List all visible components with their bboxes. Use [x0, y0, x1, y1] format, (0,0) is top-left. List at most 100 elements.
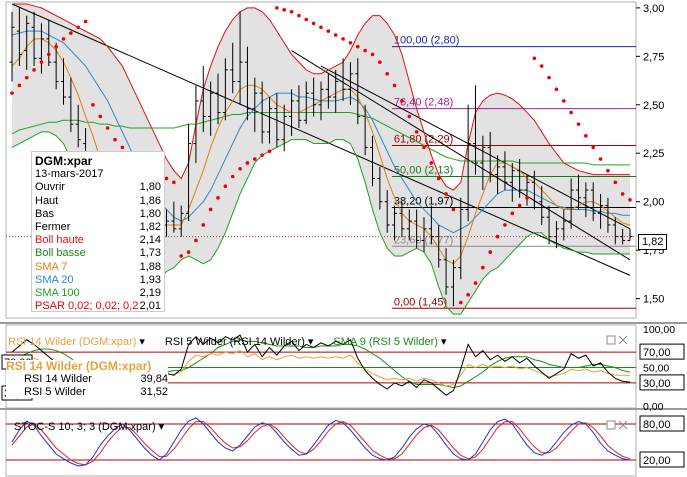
rsi-info-row-label: RSI 5 Wilder — [24, 386, 86, 398]
fib-level-label: 100,00 (2,80) — [394, 35, 459, 47]
rsi-legend-label: SMA 9 (RSI 5 Wilder) — [333, 336, 438, 348]
psar-dot — [400, 99, 404, 103]
fib-level-label: 61,80 (2,29) — [394, 133, 453, 145]
psar-dot — [554, 87, 559, 92]
psar-dot — [370, 52, 375, 57]
rsi-info-row-value: 31,52 — [140, 386, 168, 398]
psar-dot — [576, 122, 581, 126]
psar-dot — [591, 145, 596, 150]
psar-dot — [216, 196, 220, 200]
stoc-tag-label: 20,00 — [643, 455, 671, 467]
psar-dot — [24, 75, 29, 80]
price-info-box: DGM:xpar 13-mars-2017 Ouvrir 1,80 Haut 1,86… — [31, 151, 165, 312]
psar-dot — [613, 180, 618, 185]
psar-dot — [208, 207, 213, 212]
psar-dot — [32, 68, 36, 72]
psar-dot — [561, 99, 566, 103]
psar-dot — [54, 44, 58, 49]
psar-dot — [61, 37, 66, 41]
info-rows: Ouvrir 1,80 Haut 1,86 Bas 1,80 Fermer 1,82 Boll … — [35, 181, 161, 313]
info-row: Fermer 1,82 — [35, 221, 161, 234]
info-row: Boll haute 2,14 — [35, 234, 161, 247]
psar-dot — [267, 149, 272, 154]
rsi-legend-dropdown-icon[interactable]: ▾ — [139, 336, 145, 348]
psar-dot — [76, 25, 81, 30]
info-row-label: Haut — [35, 194, 59, 207]
rsi-legend-dropdown-icon[interactable]: ▾ — [441, 336, 447, 348]
psar-dot — [179, 254, 184, 258]
psar-dot — [422, 145, 426, 150]
info-row-label: Ouvrir — [35, 181, 65, 194]
psar-dot — [260, 153, 264, 157]
rsi-30-tag-label: 30,00 — [643, 378, 671, 390]
info-row-label: SMA 7 — [35, 260, 68, 273]
psar-dot — [164, 176, 169, 181]
psar-dot — [186, 250, 191, 254]
info-row-value: 1,80 — [139, 207, 161, 220]
price-axis-tick-label: 2,75 — [643, 51, 664, 63]
psar-dot — [363, 48, 367, 53]
fib-level-label: 76,40 (2,48) — [394, 97, 453, 109]
info-row-label: Boll haute — [35, 234, 84, 247]
psar-dot — [392, 83, 397, 88]
psar-dot — [17, 83, 22, 88]
psar-dot — [414, 130, 419, 134]
rsi-info-row-label: RSI 14 Wilder — [24, 373, 92, 385]
info-row-value: 1,80 — [139, 181, 161, 194]
rsi-info-title: RSI 14 Wilder (DGM:xpar) — [6, 359, 152, 373]
psar-dot — [223, 184, 228, 188]
rsi-legend-dropdown-icon[interactable]: ▾ — [308, 336, 314, 348]
info-row-value: 2,14 — [139, 234, 161, 247]
psar-dot — [172, 180, 176, 185]
rsi-axis-tick-label: 100,00 — [643, 324, 675, 336]
info-row-value: 2,19 — [139, 287, 161, 300]
psar-dot — [481, 265, 485, 270]
psar-dot — [252, 157, 257, 161]
chart-root: 3,00 2,75 2,50 2,25 2,00 1,75 1,50 100,00 (2,80… — [0, 0, 687, 477]
rsi-axis-tick-label: 50,00 — [643, 363, 669, 375]
info-title: DGM:xpar — [35, 154, 93, 168]
psar-dot — [606, 168, 610, 173]
fib-level-label: 50,00 (2,13) — [394, 165, 453, 177]
stoc-tag-label: 80,00 — [643, 419, 671, 431]
rsi-70-tag-label: 70,00 — [643, 347, 671, 359]
psar-dot — [547, 75, 551, 80]
psar-dot — [69, 31, 73, 35]
psar-dot — [98, 114, 103, 119]
stoc-dropdown-icon[interactable]: ▾ — [159, 421, 165, 433]
info-row: Ouvrir 1,80 — [35, 181, 161, 194]
info-row: SMA 7 1,88 — [35, 261, 161, 274]
psar-dot — [304, 17, 309, 22]
psar-dot — [311, 21, 316, 26]
rsi-info-row: RSI 5 Wilder 31,52 — [6, 386, 168, 399]
rsi-axis-tick-label: 0,00 — [643, 401, 664, 413]
info-row: Bas 1,80 — [35, 208, 161, 221]
psar-dot — [451, 207, 456, 212]
psar-dot — [10, 91, 14, 95]
psar-dot — [201, 223, 206, 227]
rsi-info-box: RSI 14 Wilder (DGM:xpar) RSI 14 Wilder 39… — [6, 360, 168, 398]
info-row-label: PSAR 0,02; 0,02; 0,2 — [35, 300, 139, 313]
info-row-label: Fermer — [35, 221, 71, 234]
info-row-label: Boll basse — [35, 247, 86, 260]
rsi-info-row-value: 39,84 — [140, 373, 168, 385]
fib-level-label: 0,00 (1,45) — [394, 296, 447, 308]
psar-dot — [385, 71, 390, 76]
info-row: PSAR 0,02; 0,02; 0,2 2,01 — [35, 300, 161, 313]
rsi-legend-item[interactable]: RSI 14 Wilder (DGM:xpar) ▾ — [8, 336, 155, 348]
psar-dot — [458, 300, 463, 305]
rsi-legend-item[interactable]: SMA 9 (RSI 5 Wilder) ▾ — [333, 336, 456, 348]
info-row: SMA 20 1,93 — [35, 274, 161, 287]
stoc-legend-label: STOC-S 10; 3; 3 (DGM:xpar) — [14, 421, 156, 433]
price-axis-tick-label: 1,50 — [643, 294, 664, 306]
psar-dot — [297, 13, 301, 18]
psar-dot — [569, 110, 573, 115]
rsi-legend-item[interactable]: RSI 5 Wilder (RSI 14 Wilder) ▾ — [165, 336, 324, 348]
info-row-value: 1,82 — [139, 221, 161, 234]
info-row-value: 1,93 — [139, 273, 161, 286]
psar-dot — [355, 44, 360, 49]
psar-dot — [230, 174, 235, 179]
psar-dot — [488, 250, 493, 254]
psar-dot — [341, 37, 345, 41]
psar-dot — [444, 192, 448, 196]
